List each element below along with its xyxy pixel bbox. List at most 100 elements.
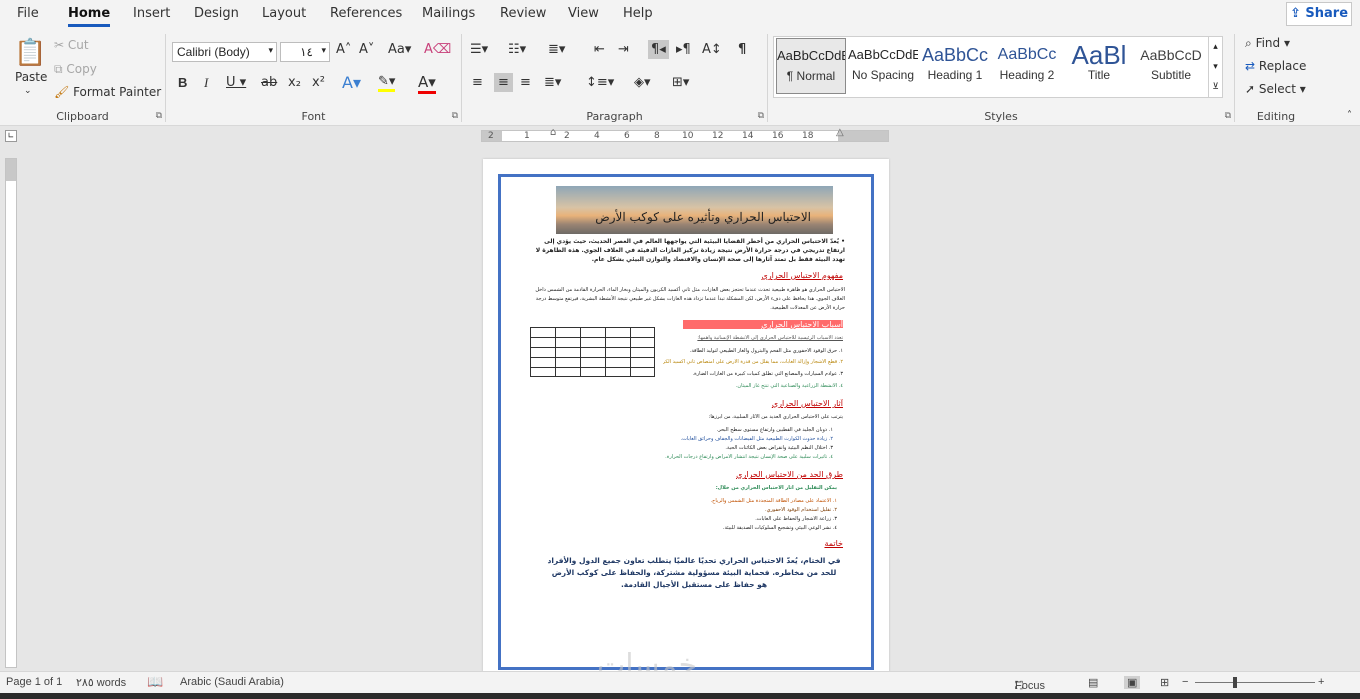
tab-layout[interactable]: Layout	[262, 6, 306, 21]
paste-dropdown-icon[interactable]: ⌄	[24, 86, 32, 96]
tab-file[interactable]: File	[17, 6, 39, 21]
rtl-direction-icon[interactable]: ¶◂	[648, 40, 669, 59]
language-indicator[interactable]: Arabic (Saudi Arabia)	[180, 676, 284, 688]
justify-icon[interactable]: ≣▾	[544, 75, 561, 90]
shrink-font-icon[interactable]: A˅	[359, 42, 374, 57]
zoom-slider[interactable]	[1195, 682, 1315, 683]
paste-button[interactable]: Paste	[15, 70, 47, 84]
read-mode-icon[interactable]: ▤	[1088, 676, 1098, 689]
ltr-direction-icon[interactable]: ▸¶	[676, 42, 691, 57]
numbering-icon[interactable]: ☷▾	[508, 42, 526, 57]
cause-item[interactable]: ١. حرق الوقود الأحفوري مثل الفحم والبترو…	[663, 348, 843, 354]
style-title[interactable]: AaBl Title	[1064, 38, 1134, 94]
style-no-spacing[interactable]: AaBbCcDdE No Spacing	[848, 38, 918, 94]
paragraph-launcher-icon[interactable]: ⧉	[758, 111, 764, 121]
italic-icon[interactable]: I	[204, 75, 208, 91]
solution-item[interactable]: ١. الاعتماد على مصادر الطاقة المتجددة مث…	[633, 498, 837, 504]
increase-indent-icon[interactable]: ⇥	[618, 42, 629, 57]
chevron-up-icon[interactable]: ▴	[1213, 42, 1218, 52]
underline-icon[interactable]: U ▾	[226, 75, 246, 90]
style-heading-1[interactable]: AaBbCc Heading 1	[920, 38, 990, 94]
style-subtitle[interactable]: AaBbCcD Subtitle	[1136, 38, 1206, 94]
line-spacing-icon[interactable]: ↕≡▾	[586, 75, 614, 90]
style-normal[interactable]: AaBbCcDdE ¶ Normal	[776, 38, 846, 94]
tab-view[interactable]: View	[568, 6, 599, 21]
effects-intro[interactable]: يترتب على الاحتباس الحراري العديد من الآ…	[633, 414, 843, 420]
tab-mailings[interactable]: Mailings	[422, 6, 475, 21]
page-count[interactable]: Page 1 of 1	[6, 676, 62, 688]
effect-item[interactable]: ٣. اختلال النظم البيئية وانقراض بعض الكا…	[633, 445, 833, 451]
intro-paragraph[interactable]: • يُعدّ الاحتباس الحراري من أخطر القضايا…	[527, 237, 845, 267]
highlight-icon[interactable]: ✎▾	[378, 74, 396, 92]
empty-table[interactable]	[530, 327, 655, 377]
subscript-icon[interactable]: x₂	[288, 75, 301, 90]
strikethrough-icon[interactable]: ab	[261, 75, 277, 90]
causes-intro[interactable]: تعدد الأسباب الرئيسية للاحتباس الحراري إ…	[663, 335, 843, 341]
horizontal-ruler[interactable]: 2 1 2 4 6 8 10 12 14 16 18 ⌂ △	[481, 127, 889, 142]
paste-icon[interactable]: 📋	[14, 38, 46, 68]
grow-font-icon[interactable]: A˄	[336, 42, 351, 57]
clipboard-launcher-icon[interactable]: ⧉	[156, 111, 162, 121]
bold-icon[interactable]: B	[178, 75, 187, 90]
solution-item[interactable]: ٣. زراعة الأشجار والحفاظ على الغابات.	[633, 516, 837, 522]
change-case-icon[interactable]: Aa▾	[388, 42, 411, 57]
right-indent-icon[interactable]: △	[836, 127, 844, 138]
tab-references[interactable]: References	[330, 6, 402, 21]
heading-concept[interactable]: مفهوم الاحتباس الحراري	[683, 271, 843, 280]
document-page[interactable]: الاحتباس الحراري وتأثيره على كوكب الأرض …	[483, 159, 889, 674]
tab-design[interactable]: Design	[194, 6, 239, 21]
tab-selector-icon[interactable]: ∟	[5, 130, 17, 142]
find-button[interactable]: ⌕ Find ▾	[1245, 36, 1290, 51]
word-count[interactable]: ٢٨٥ words	[76, 676, 126, 689]
clear-formatting-icon[interactable]: A⌫	[424, 42, 451, 57]
tab-help[interactable]: Help	[623, 6, 653, 21]
sort-icon[interactable]: A↕	[702, 42, 722, 57]
conclusion-paragraph[interactable]: في الختام، يُعدّ الاحتباس الحراري تحديًا…	[547, 555, 841, 593]
effect-item[interactable]: ٢. زيادة حدوث الكوارث الطبيعية مثل الفيض…	[633, 436, 833, 442]
zoom-out-icon[interactable]: −	[1182, 676, 1188, 688]
concept-paragraph[interactable]: الاحتباس الحراري هو ظاهرة طبيعية تحدث عن…	[527, 286, 845, 314]
copy-button[interactable]: ⧉ Copy	[54, 62, 97, 77]
align-left-icon[interactable]: ≡	[472, 75, 483, 90]
replace-button[interactable]: ⇄ Replace	[1245, 59, 1306, 73]
document-title[interactable]: الاحتباس الحراري وتأثيره على كوكب الأرض	[595, 210, 811, 224]
select-button[interactable]: ➚ Select ▾	[1245, 82, 1306, 96]
vertical-ruler[interactable]	[5, 158, 17, 668]
cause-item[interactable]: ٤. الأنشطة الزراعية والصناعية التي تنتج …	[663, 383, 843, 389]
align-right-icon[interactable]: ≡	[520, 75, 531, 90]
tab-review[interactable]: Review	[500, 6, 546, 21]
more-icon[interactable]: ⊻	[1212, 82, 1219, 92]
indent-marker-icon[interactable]: ⌂	[550, 127, 556, 138]
heading-effects[interactable]: آثار الاحتباس الحراري	[683, 399, 843, 408]
zoom-slider-thumb[interactable]	[1233, 677, 1237, 688]
styles-launcher-icon[interactable]: ⧉	[1225, 111, 1231, 121]
effect-item[interactable]: ٤. تأثيرات سلبية على صحة الإنسان نتيجة ا…	[633, 454, 833, 460]
tab-home[interactable]: Home	[68, 6, 111, 27]
align-center-icon[interactable]: ≡	[494, 73, 513, 92]
multilevel-list-icon[interactable]: ≣▾	[548, 42, 565, 57]
styles-scroll[interactable]: ▴ ▾ ⊻	[1208, 36, 1223, 98]
heading-conclusion[interactable]: خاتمة	[743, 539, 843, 548]
borders-icon[interactable]: ⊞▾	[672, 75, 689, 90]
proofing-icon[interactable]: 📖	[147, 674, 163, 690]
cause-item[interactable]: ٣. عوادم السيارات والمصانع التي تطلق كمي…	[663, 371, 843, 377]
format-painter-button[interactable]: 🖌 Format Painter	[54, 85, 161, 99]
heading-solutions[interactable]: طرق الحد من الاحتباس الحراري	[683, 470, 843, 479]
zoom-in-icon[interactable]: +	[1318, 676, 1324, 688]
bullets-icon[interactable]: ☰▾	[470, 42, 488, 57]
chevron-down-icon[interactable]: ▾	[1213, 62, 1218, 72]
font-launcher-icon[interactable]: ⧉	[452, 111, 458, 121]
cut-button[interactable]: ✂ Cut	[54, 38, 89, 52]
style-heading-2[interactable]: AaBbCc Heading 2	[992, 38, 1062, 94]
text-effects-icon[interactable]: A▾	[342, 73, 361, 92]
solutions-intro[interactable]: يمكن التقليل من آثار الاحتباس الحراري من…	[633, 485, 837, 491]
shading-icon[interactable]: ◈▾	[634, 75, 651, 90]
cause-item[interactable]: ٢. قطع الأشجار وإزالة الغابات، مما يقلل …	[663, 359, 843, 365]
solution-item[interactable]: ٤. نشر الوعي البيئي وتشجيع السلوكيات الص…	[633, 525, 837, 531]
superscript-icon[interactable]: x²	[312, 75, 325, 90]
heading-causes[interactable]: أسباب الاحتباس الحراري	[683, 320, 843, 329]
font-name-select[interactable]: Calibri (Body) ▾	[172, 42, 277, 62]
collapse-ribbon-icon[interactable]: ˄	[1347, 110, 1352, 121]
tab-insert[interactable]: Insert	[133, 6, 170, 21]
font-color-icon[interactable]: A▾	[418, 73, 436, 94]
